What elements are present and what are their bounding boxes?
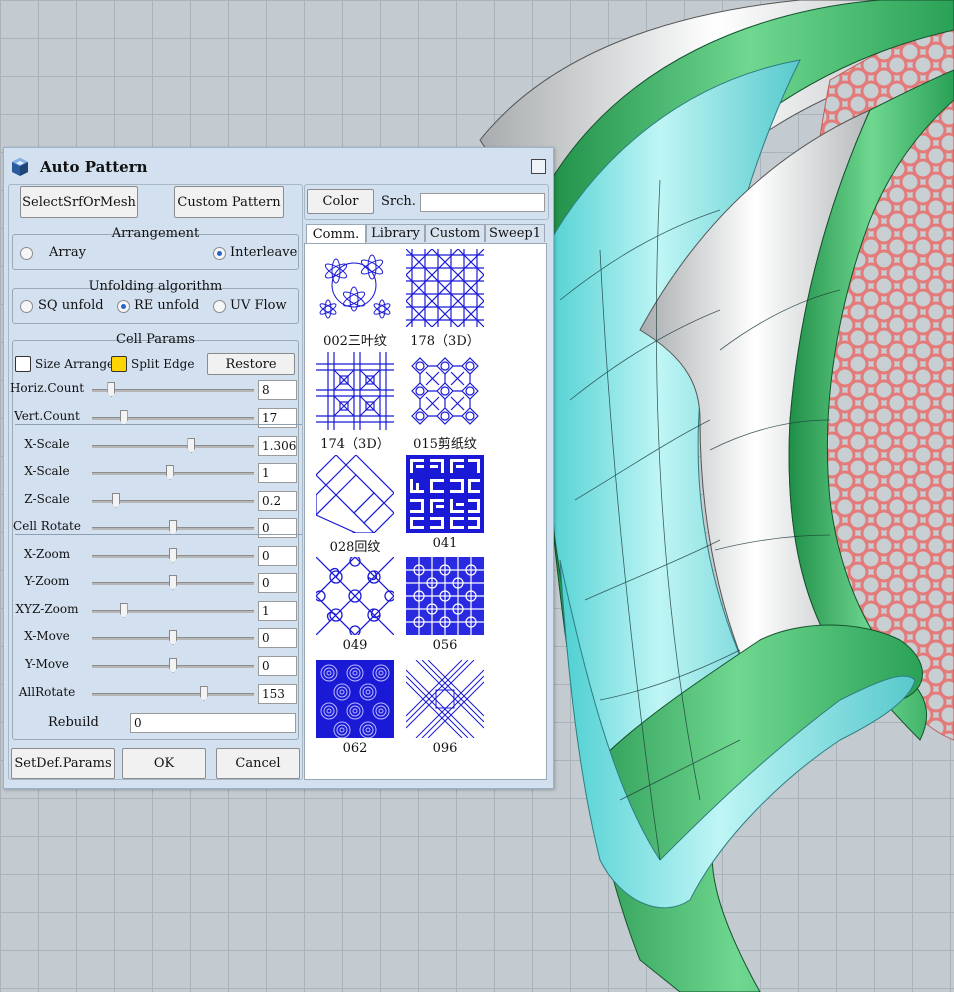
arrangement-title: Arrangement xyxy=(111,226,200,241)
array-radio[interactable] xyxy=(20,247,33,260)
param-value-input[interactable]: 1 xyxy=(258,463,297,483)
param-value-input[interactable]: 0.2 xyxy=(258,491,297,511)
search-label: Srch. xyxy=(381,194,416,209)
interleave-radio[interactable] xyxy=(213,247,226,260)
title-bar[interactable]: Auto Pattern xyxy=(4,148,553,184)
param-value-input[interactable]: 0 xyxy=(258,518,297,538)
pattern-label: 041 xyxy=(432,536,458,551)
pattern-gallery: 002三叶纹 178（3D） 174（3D） 015剪纸纹 028回纹 041 … xyxy=(304,243,547,780)
search-input[interactable] xyxy=(420,193,545,212)
split-edge-checkbox[interactable] xyxy=(111,356,127,372)
pattern-label: 056 xyxy=(432,638,458,653)
trefoil-pattern-icon[interactable] xyxy=(316,249,394,327)
fret-pattern-icon[interactable] xyxy=(406,455,484,533)
param-slider-track[interactable] xyxy=(92,417,254,420)
sq-unfold-radio[interactable] xyxy=(20,300,33,313)
param-slider-track[interactable] xyxy=(92,445,254,448)
custom-pattern-button[interactable]: Custom Pattern xyxy=(174,186,284,218)
re-unfold-radio[interactable] xyxy=(117,300,130,313)
param-label: Y-Move xyxy=(24,657,70,671)
param-value-input[interactable]: 0 xyxy=(258,546,297,566)
quatrefoil-pattern-icon[interactable] xyxy=(316,557,394,635)
grid-circle-pattern-icon[interactable] xyxy=(406,249,484,327)
param-label: X-Scale xyxy=(24,464,70,478)
re-unfold-label[interactable]: RE unfold xyxy=(134,298,199,313)
tab-library[interactable]: Library xyxy=(366,224,425,242)
uv-flow-label[interactable]: UV Flow xyxy=(230,298,287,313)
param-value-input[interactable]: 0 xyxy=(258,628,297,648)
cube-app-icon xyxy=(12,158,28,176)
param-value-input[interactable]: 153 xyxy=(258,684,297,704)
lattice-pattern-icon[interactable] xyxy=(316,352,394,430)
param-value-input[interactable]: 1 xyxy=(258,601,297,621)
param-value-input[interactable]: 8 xyxy=(258,380,297,400)
auto-pattern-dialog: Auto Pattern SelectSrfOrMesh Custom Patt… xyxy=(3,147,554,789)
unfolding-title: Unfolding algorithm xyxy=(88,279,223,294)
param-slider-track[interactable] xyxy=(92,693,254,696)
param-value-input[interactable]: 0 xyxy=(258,656,297,676)
sq-unfold-label[interactable]: SQ unfold xyxy=(38,298,104,313)
param-slider-track[interactable] xyxy=(92,389,254,392)
tab-sweep1[interactable]: Sweep1 xyxy=(485,224,545,242)
param-label: Z-Scale xyxy=(24,492,70,506)
weave-pattern-icon[interactable] xyxy=(316,455,394,533)
pattern-label: 096 xyxy=(432,741,458,756)
uv-flow-radio[interactable] xyxy=(213,300,226,313)
maximize-icon[interactable] xyxy=(531,159,546,174)
param-label: X-Move xyxy=(24,629,70,643)
tab-custom[interactable]: Custom xyxy=(425,224,485,242)
param-label: Vert.Count xyxy=(14,409,80,423)
param-value-input[interactable]: 1.306 xyxy=(258,436,297,456)
param-value-input[interactable]: 0 xyxy=(258,573,297,593)
array-label[interactable]: Array xyxy=(49,245,86,260)
ok-button[interactable]: OK xyxy=(122,748,206,779)
param-label: Cell Rotate xyxy=(13,519,81,533)
swirl-pattern-icon[interactable] xyxy=(316,660,394,738)
interleave-label[interactable]: Interleave xyxy=(230,245,297,260)
param-label: Y-Zoom xyxy=(24,574,70,588)
knot-grid-pattern-icon[interactable] xyxy=(406,557,484,635)
split-edge-label[interactable]: Split Edge xyxy=(131,357,194,371)
tab-comm[interactable]: Comm. xyxy=(306,224,366,243)
param-divider xyxy=(15,424,302,425)
param-label: Horiz.Count xyxy=(9,381,85,395)
param-value-input[interactable]: 17 xyxy=(258,408,297,428)
cell-params-title: Cell Params xyxy=(116,332,195,347)
basket-weave-pattern-icon[interactable] xyxy=(406,660,484,738)
pattern-label: 178（3D） xyxy=(410,334,480,349)
pattern-label: 015剪纸纹 xyxy=(413,437,477,452)
cancel-button[interactable]: Cancel xyxy=(216,748,300,779)
param-label: AllRotate xyxy=(18,685,76,699)
pattern-label: 174（3D） xyxy=(320,437,390,452)
rebuild-label: Rebuild xyxy=(48,715,99,730)
cell-params-group xyxy=(12,340,299,740)
param-divider xyxy=(15,534,302,535)
select-surface-button[interactable]: SelectSrfOrMesh xyxy=(20,186,138,218)
param-label: XYZ-Zoom xyxy=(15,602,79,616)
rebuild-input[interactable]: 0 xyxy=(130,713,296,733)
size-arrange-label[interactable]: Size Arrange xyxy=(35,357,114,371)
param-label: X-Zoom xyxy=(23,547,71,561)
papercut-pattern-icon[interactable] xyxy=(406,352,484,430)
color-button[interactable]: Color xyxy=(307,189,374,214)
param-label: X-Scale xyxy=(24,437,70,451)
pattern-label: 028回纹 xyxy=(329,540,381,555)
pattern-label: 062 xyxy=(342,741,368,756)
pattern-label: 002三叶纹 xyxy=(323,334,387,349)
set-default-params-button[interactable]: SetDef.Params xyxy=(11,748,115,779)
size-arrange-checkbox[interactable] xyxy=(15,356,31,372)
restore-button[interactable]: Restore xyxy=(207,353,295,375)
param-slider-track[interactable] xyxy=(92,610,254,613)
dialog-title: Auto Pattern xyxy=(40,158,148,176)
pattern-label: 049 xyxy=(342,638,368,653)
